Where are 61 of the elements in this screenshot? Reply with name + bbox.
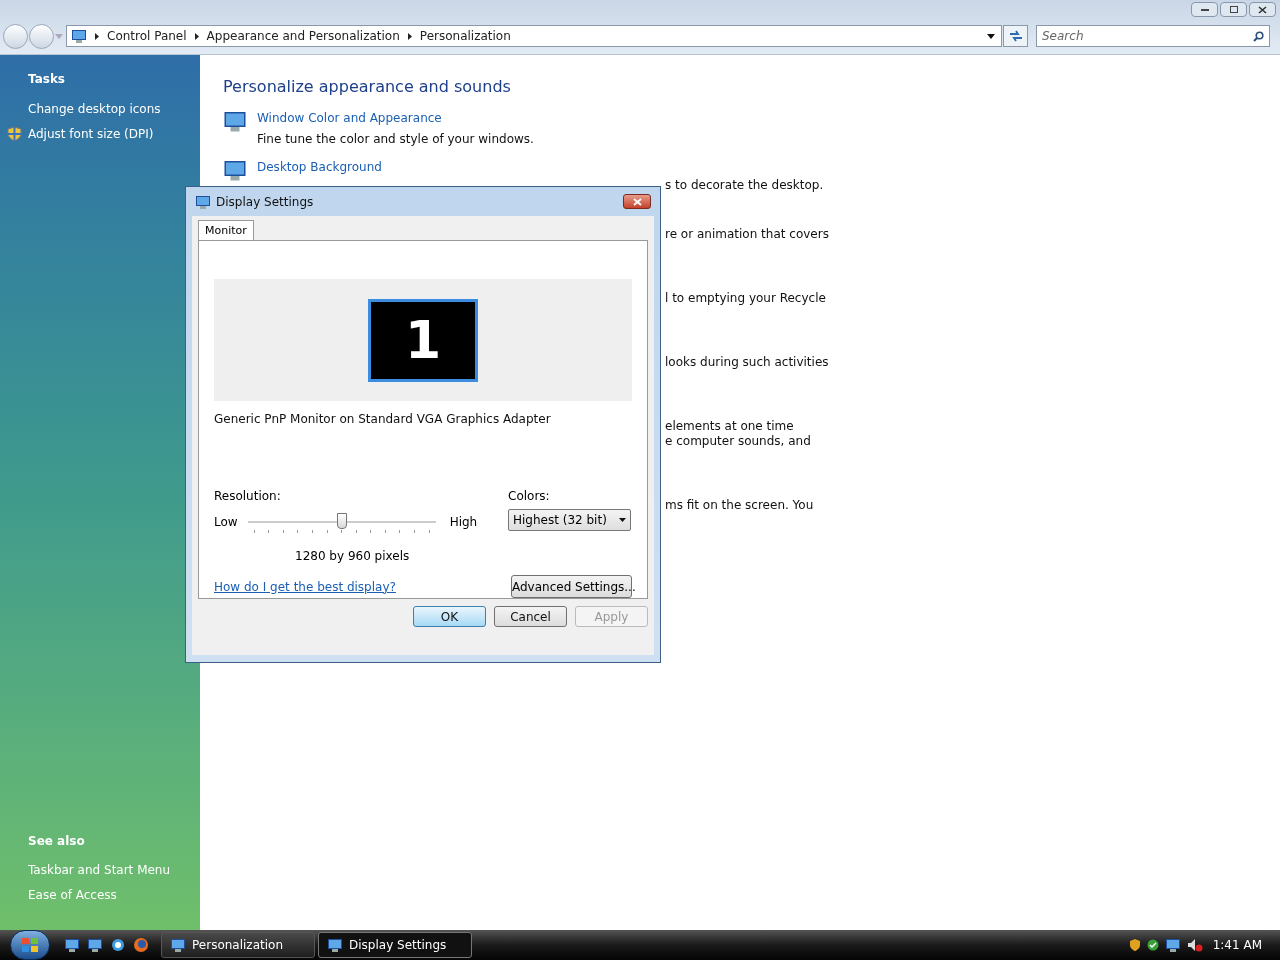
dropdown-arrow-icon[interactable]	[987, 33, 995, 39]
setting-description: l to emptying your Recycle	[665, 291, 827, 306]
taskbar-button[interactable]: Display Settings	[318, 932, 472, 958]
check-icon[interactable]	[1146, 939, 1159, 951]
setting-description: ms fit on the screen. You	[665, 498, 815, 513]
dropdown-arrow-icon	[619, 518, 626, 522]
resolution-label: Resolution:	[214, 488, 282, 505]
slider-thumb[interactable]	[336, 513, 347, 529]
breadcrumb-item[interactable]: Control Panel	[107, 27, 187, 45]
tab[interactable]: Monitor	[198, 220, 254, 241]
sidebar-link[interactable]: Change desktop icons	[28, 99, 161, 118]
browser-icon[interactable]	[133, 937, 149, 953]
colors-label: Colors:	[508, 488, 551, 505]
setting-description: looks during such activities	[665, 355, 830, 370]
close-button[interactable]	[623, 194, 651, 209]
sidebar-heading: See also	[27, 833, 86, 850]
close-button[interactable]	[1249, 2, 1276, 17]
chevron-icon[interactable]	[407, 32, 412, 40]
dialog-title: Display Settings	[216, 193, 314, 211]
muted-speaker-icon[interactable]	[1186, 938, 1203, 952]
high-label: High	[449, 514, 478, 531]
windows-logo-icon	[21, 937, 39, 953]
page-heading: Personalize appearance and sounds	[223, 76, 512, 98]
search-icon	[1253, 30, 1264, 42]
help-link[interactable]: How do I get the best display?	[214, 577, 396, 596]
setting-link[interactable]: Window Color and Appearance	[257, 109, 534, 127]
dialog-button[interactable]: Cancel	[494, 606, 567, 627]
setting-description: re or animation that covers	[665, 227, 830, 242]
close-icon	[1258, 5, 1267, 14]
setting-description: e computer sounds, and	[665, 434, 812, 449]
close-icon	[632, 197, 642, 206]
low-label: Low	[214, 514, 238, 531]
browser-icon[interactable]	[110, 937, 126, 953]
monitor-name: Generic PnP Monitor on Standard VGA Graphics Adapter	[214, 411, 552, 428]
refresh-button[interactable]	[1003, 25, 1028, 47]
shield-icon	[7, 125, 22, 142]
breadcrumb-item[interactable]: Appearance and Personalization	[206, 27, 400, 45]
chevron-icon[interactable]	[194, 32, 199, 40]
taskbar-button[interactable]: Personalization	[161, 932, 315, 958]
resolution-value: 1280 by 960 pixels	[295, 548, 411, 565]
refresh-icon	[1008, 30, 1023, 42]
setting-description: s to decorate the desktop.	[665, 178, 825, 193]
clock[interactable]: 1:41 AM	[1212, 936, 1262, 954]
search-input[interactable]: Search	[1042, 27, 1253, 45]
setting-description: elements at one time	[665, 419, 795, 434]
resolution-slider[interactable]	[247, 511, 436, 533]
colors-dropdown[interactable]: Highest (32 bit)	[508, 509, 631, 531]
shield-icon[interactable]	[1128, 938, 1141, 952]
breadcrumb-item[interactable]: Personalization	[419, 27, 511, 45]
search-field[interactable]: Search	[1036, 25, 1270, 47]
address-bar[interactable]: Control Panel Appearance and Personalization Personalization	[66, 25, 1002, 47]
restore-button[interactable]	[1220, 2, 1247, 17]
dialog-button[interactable]: OK	[413, 606, 486, 627]
sidebar-link[interactable]: Adjust font size (DPI)	[28, 124, 154, 143]
minimize-button[interactable]	[1191, 2, 1218, 17]
monitor-tile[interactable]: 1	[368, 298, 478, 382]
setting-description: Fine tune the color and style of your windows.	[257, 131, 534, 148]
setting-link[interactable]: Desktop Background	[257, 158, 382, 176]
sidebar-heading: Tasks	[27, 71, 66, 88]
chevron-icon[interactable]	[95, 32, 99, 40]
start-button[interactable]	[10, 930, 50, 960]
